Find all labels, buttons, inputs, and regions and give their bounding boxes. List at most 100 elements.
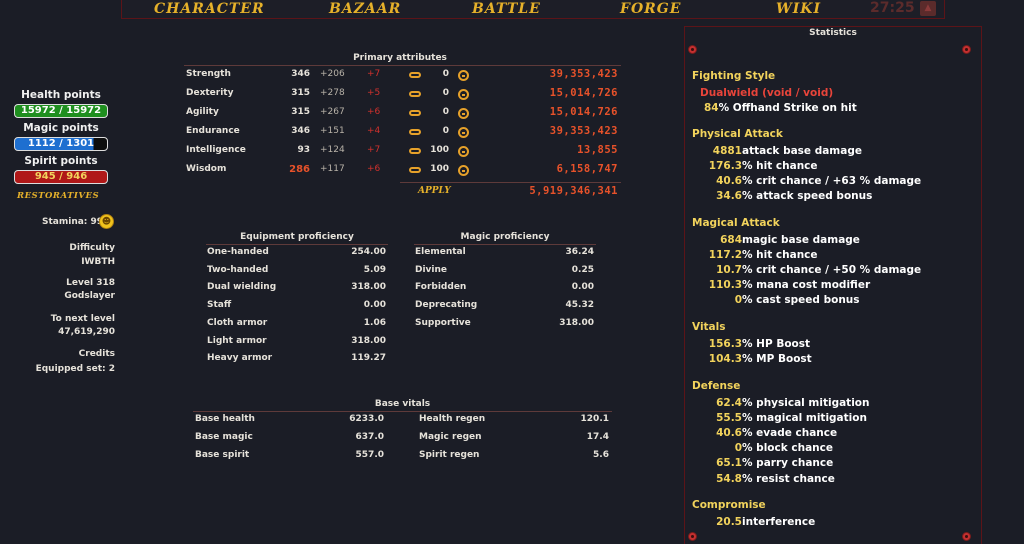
magic-prof-name: Elemental (415, 247, 466, 257)
decrease-attr-icon[interactable] (409, 91, 421, 97)
statistics-title: Statistics (809, 28, 857, 38)
player-title: Godslayer (64, 291, 115, 301)
stat-number: 4881 (712, 145, 742, 157)
physical-attack-stat-line: 176.3% hit chance (688, 160, 928, 172)
stat-text: % physical mitigation (742, 397, 870, 409)
decrease-attr-icon[interactable] (409, 110, 421, 116)
equip-prof-value: 318.00 (351, 282, 386, 293)
clock: 27:25 (870, 0, 915, 16)
increase-attr-icon[interactable] (458, 70, 469, 81)
next-level-value: 47,619,290 (58, 327, 115, 337)
physical-attack-heading: Physical Attack (692, 128, 783, 140)
regen-value: 5.6 (593, 450, 609, 460)
equipped-set[interactable]: Equipped set: 2 (0, 364, 115, 374)
defense-heading: Defense (692, 380, 741, 392)
stat-num-cell: 104.3 (688, 353, 742, 365)
health-value: 15972 / 15972 (20, 105, 102, 116)
defense-stat-line: 55.5% magical mitigation (688, 412, 928, 424)
stat-number: 54.8 (716, 472, 742, 485)
stat-num-cell: 0 (688, 294, 742, 306)
attr-name: Dexterity (186, 88, 234, 98)
stat-number: 20.5 (716, 516, 742, 528)
stat-number: 156.3 (708, 338, 742, 350)
difficulty-value: IWBTH (81, 257, 115, 267)
magical-attack-stat-line: 684magic base damage (688, 234, 928, 246)
decrease-attr-icon[interactable] (409, 72, 421, 78)
nav-bazaar[interactable]: BAZAAR (329, 1, 401, 17)
stat-num-cell: 176.3 (688, 160, 742, 172)
stat-num-cell: 684 (688, 234, 742, 246)
stat-text: % mana cost modifier (742, 279, 871, 292)
physical-attack-stat-line: 34.6% attack speed bonus (688, 190, 928, 202)
magical-attack-heading: Magical Attack (692, 217, 780, 229)
nav-wiki[interactable]: WIKI (776, 1, 821, 17)
stat-number: 684 (720, 234, 742, 246)
decrease-attr-icon[interactable] (409, 167, 421, 173)
increase-attr-icon[interactable] (458, 127, 469, 138)
nav-character[interactable]: CHARACTER (154, 1, 265, 17)
nav-battle[interactable]: BATTLE (472, 1, 541, 17)
regen-value: 17.4 (586, 432, 609, 442)
attr-exp-cost: 13,855 (577, 144, 618, 156)
stat-number: 104.3 (708, 353, 742, 366)
decrease-attr-icon[interactable] (409, 129, 421, 135)
attr-temp-bonus: +6 (367, 107, 381, 117)
stat-num-cell: 34.6 (688, 190, 742, 202)
base-vital-value: 637.0 (355, 432, 384, 442)
stat-text: % MP Boost (742, 353, 812, 366)
stat-text: % crit chance / +63 % damage (742, 175, 922, 188)
attr-name: Intelligence (186, 145, 246, 155)
stat-number: 117.2 (708, 249, 742, 262)
physical-attack-stat-line: 4881attack base damage (688, 145, 928, 157)
attr-bonus: +124 (320, 145, 345, 155)
stat-text: % attack speed bonus (742, 190, 873, 203)
defense-stat-line: 62.4% physical mitigation (688, 397, 928, 409)
stat-num-cell: 20.5 (688, 516, 742, 528)
attr-exp-cost: 6,158,747 (556, 163, 618, 175)
nav-forge[interactable]: FORGE (620, 1, 681, 17)
panel-rivet-icon (962, 45, 971, 54)
stat-num-cell: 40.6 (688, 175, 742, 187)
primary-attributes-title: Primary attributes (353, 53, 447, 63)
spirit-value: 945 / 946 (34, 171, 88, 182)
attr-base: 346 (291, 126, 310, 136)
stat-num-cell: 4881 (688, 145, 742, 157)
health-label: Health points (21, 89, 101, 101)
attr-temp-bonus: +6 (367, 164, 381, 174)
stat-number: 62.4 (716, 397, 742, 409)
attr-assign: 0 (442, 107, 449, 117)
equip-prof-value: 318.00 (351, 335, 386, 346)
attr-assign: 0 (442, 126, 449, 136)
apply-button[interactable]: APPLY (418, 186, 451, 196)
next-level-label: To next level (50, 314, 115, 324)
defense-stat-line: 65.1% parry chance (688, 457, 928, 469)
clock-toggle-icon[interactable]: ▲ (920, 1, 936, 16)
stat-number: 65.1 (716, 457, 742, 470)
restoratives-link[interactable]: RESTORATIVES (17, 191, 99, 201)
attr-exp-cost: 15,014,726 (549, 106, 618, 118)
stamina: Stamina: 99 (42, 217, 104, 227)
decrease-attr-icon[interactable] (409, 148, 421, 154)
attr-base: 286 (289, 164, 310, 175)
equip-prof-name: Two-handed (207, 264, 269, 275)
increase-attr-icon[interactable] (458, 165, 469, 176)
attr-base: 93 (297, 145, 310, 155)
increase-attr-icon[interactable] (458, 108, 469, 119)
magical-attack-stat-line: 10.7% crit chance / +50 % damage (688, 264, 928, 276)
physical-attack-stat-line: 40.6% crit chance / +63 % damage (688, 175, 928, 187)
magic-proficiency-title: Magic proficiency (460, 232, 550, 242)
stat-text: % magical mitigation (742, 412, 867, 425)
stat-number: 0 (734, 442, 742, 455)
magic-prof-name: Supportive (415, 317, 471, 328)
stat-num-cell: 10.7 (688, 264, 742, 276)
attr-temp-bonus: +7 (367, 69, 381, 79)
spirit-bar: 945 / 946 (14, 170, 108, 184)
equipment-divider (206, 244, 388, 245)
stat-text: attack base damage (742, 145, 862, 157)
magic-prof-value: 0.00 (571, 282, 594, 293)
increase-attr-icon[interactable] (458, 89, 469, 100)
stat-number: 110.3 (708, 279, 742, 292)
increase-attr-icon[interactable] (458, 146, 469, 157)
magical-attack-stat-line: 117.2% hit chance (688, 249, 928, 261)
stat-number: 0 (734, 294, 742, 307)
